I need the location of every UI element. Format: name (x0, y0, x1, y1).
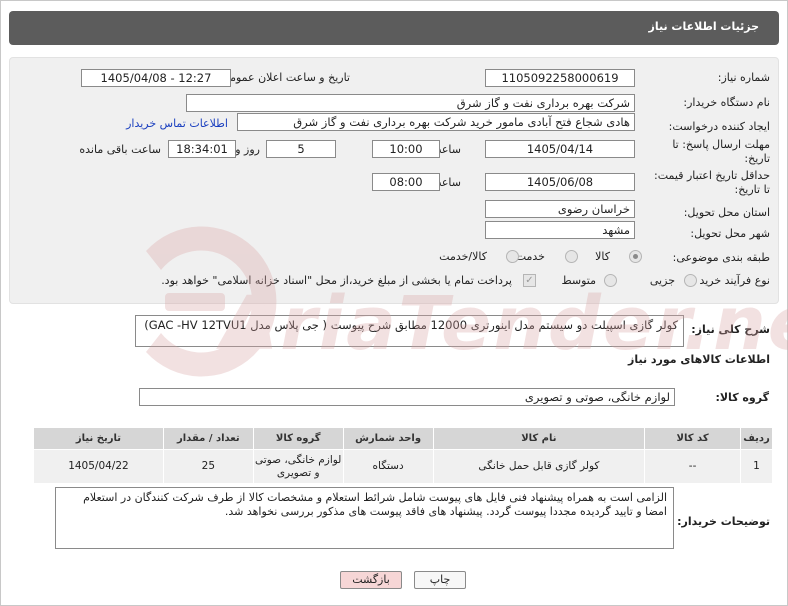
category-option-service: خدمت (515, 250, 545, 263)
category-option-goods-service: کالا/خدمت (439, 250, 487, 263)
announce-label: تاریخ و ساعت اعلان عمومی: (217, 71, 350, 84)
category-radio-service[interactable] (565, 250, 578, 263)
page-frame: جزئیات اطلاعات نیاز شماره نیاز: 11050922… (0, 0, 788, 606)
goods-group-field: لوازم خانگی، صوتی و تصویری (139, 388, 675, 406)
category-radio-goods[interactable] (629, 250, 642, 263)
requester-label: ایجاد کننده درخواست: (668, 120, 770, 133)
col-header-name: نام کالا (432, 427, 646, 450)
treasury-checkbox[interactable]: ✓ (523, 274, 536, 287)
col-header-code: کد کالا (644, 427, 742, 450)
price-validity-label: حداقل تاریخ اعتبار قیمت: (654, 169, 770, 182)
city-label: شهر محل تحویل: (690, 227, 770, 240)
cell-unit: دستگاه (342, 449, 434, 484)
table-row: 1 -- کولر گازی قابل حمل خانگی دستگاه لوا… (33, 449, 773, 484)
treasury-note: پرداخت تمام یا بخشی از مبلغ خرید،از محل … (161, 274, 512, 287)
price-validity-time-field: 08:00 (372, 173, 440, 191)
buyer-notes-field: الزامی است به همراه پیشنهاد فنی فایل های… (55, 487, 674, 549)
back-button[interactable]: بازگشت (340, 571, 402, 589)
remaining-time-field: 18:34:01 (168, 140, 236, 158)
goods-group-label: گروه کالا: (715, 391, 769, 404)
deadline-time-field: 10:00 (372, 140, 440, 158)
process-label: نوع فرآیند خرید : (692, 274, 770, 287)
process-option-minor: جزیی (649, 274, 675, 287)
description-field: کولر گازی اسپیلت دو سیستم مدل اینورتری 1… (135, 315, 684, 347)
buyer-contact-link[interactable]: اطلاعات تماس خریدار (126, 117, 228, 130)
announce-field: 1405/04/08 - 12:27 (81, 69, 231, 87)
cell-group: لوازم خانگی، صوتی و تصویری (252, 449, 344, 484)
deadline-label-2: تاریخ: (744, 152, 770, 165)
province-label: استان محل تحویل: (683, 206, 770, 219)
buyer-notes-text: الزامی است به همراه پیشنهاد فنی فایل های… (83, 491, 667, 518)
price-validity-label-2: تا تاریخ: (734, 183, 770, 196)
category-label: طبقه بندی موضوعی: (672, 251, 770, 264)
deadline-label: مهلت ارسال پاسخ: تا (672, 138, 770, 151)
requester-field: هادی شجاع فتح آبادی مامور خرید شرکت بهره… (237, 113, 635, 131)
province-field: خراسان رضوی (485, 200, 635, 218)
city-field: مشهد (485, 221, 635, 239)
need-number-label: شماره نیاز: (717, 71, 770, 84)
description-text: کولر گازی اسپیلت دو سیستم مدل اینورتری 1… (144, 318, 678, 332)
table-header-row: ردیف کد کالا نام کالا واحد شمارش گروه کا… (33, 427, 773, 450)
col-header-group: گروه کالا (252, 427, 344, 450)
process-option-medium: متوسط (561, 274, 596, 287)
remaining-time-label: ساعت باقی مانده (79, 143, 161, 156)
process-radio-minor[interactable] (684, 274, 697, 287)
col-header-date: تاریخ نیاز (33, 427, 164, 450)
buyer-org-field: شرکت بهره برداری نفت و گاز شرق (186, 94, 635, 112)
need-number-field: 1105092258000619 (485, 69, 635, 87)
cell-code: -- (644, 449, 742, 484)
col-header-qty: تعداد / مقدار (162, 427, 254, 450)
description-label: شرح کلی نیاز: (691, 323, 770, 336)
cell-qty: 25 (162, 449, 254, 484)
deadline-days-field: 5 (266, 140, 336, 158)
cell-date: 1405/04/22 (33, 449, 164, 484)
col-header-row: ردیف (740, 427, 773, 450)
goods-section-title: اطلاعات کالاهای مورد نیاز (628, 353, 770, 366)
category-radio-goods-service[interactable] (506, 250, 519, 263)
print-button[interactable]: چاپ (414, 571, 466, 589)
buyer-notes-label: توضیحات خریدار: (677, 515, 770, 528)
page-header: جزئیات اطلاعات نیاز (9, 11, 779, 45)
deadline-days-label: روز و (235, 143, 260, 156)
process-radio-medium[interactable] (604, 274, 617, 287)
col-header-unit: واحد شمارش (342, 427, 434, 450)
price-validity-date-field: 1405/06/08 (485, 173, 635, 191)
category-option-goods: کالا (595, 250, 610, 263)
goods-table: ردیف کد کالا نام کالا واحد شمارش گروه کا… (33, 427, 773, 484)
page-title: جزئیات اطلاعات نیاز (648, 20, 760, 33)
cell-name: کولر گازی قابل حمل خانگی (432, 449, 646, 484)
buyer-org-label: نام دستگاه خریدار: (683, 96, 770, 109)
cell-row: 1 (740, 449, 773, 484)
deadline-date-field: 1405/04/14 (485, 140, 635, 158)
